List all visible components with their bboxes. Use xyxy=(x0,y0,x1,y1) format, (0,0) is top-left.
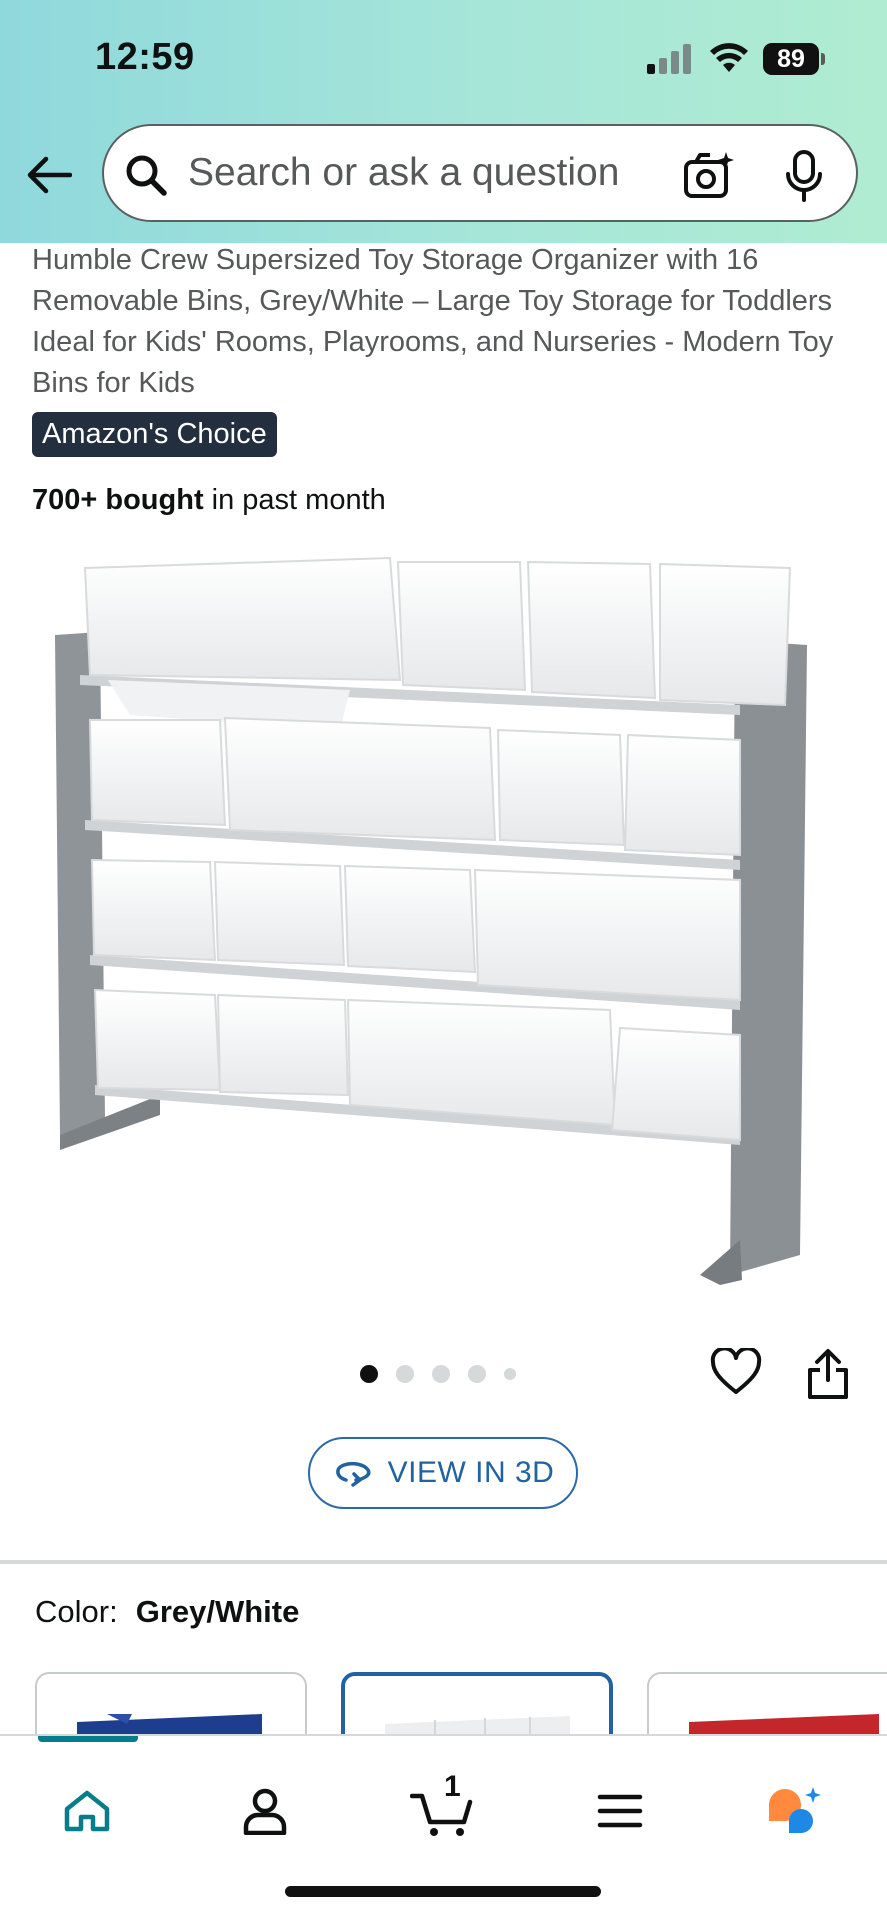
carousel-dot-3[interactable] xyxy=(432,1365,450,1383)
carousel-dot-4[interactable] xyxy=(468,1365,486,1383)
product-title[interactable]: Humble Crew Supersized Toy Storage Organ… xyxy=(32,240,862,404)
rufus-assistant-icon xyxy=(769,1787,821,1833)
active-tab-indicator xyxy=(38,1736,138,1742)
color-value: Grey/White xyxy=(135,1594,300,1629)
nav-rufus[interactable] xyxy=(760,1776,830,1846)
carousel-dot-1[interactable] xyxy=(360,1365,378,1383)
bought-count-bold: 700+ bought xyxy=(32,484,204,516)
nav-account[interactable] xyxy=(230,1776,300,1846)
share-icon[interactable] xyxy=(806,1348,850,1400)
home-indicator xyxy=(285,1886,601,1897)
search-input[interactable] xyxy=(188,148,628,198)
carousel-dot-5[interactable] xyxy=(504,1368,516,1380)
view-in-3d-button[interactable]: VIEW IN 3D xyxy=(308,1437,578,1509)
battery-tip xyxy=(821,53,825,65)
bought-count-rest: in past month xyxy=(203,484,386,516)
account-icon xyxy=(243,1788,287,1835)
product-image[interactable] xyxy=(20,540,865,1300)
nav-home[interactable] xyxy=(52,1776,122,1846)
microphone-icon[interactable] xyxy=(784,150,824,202)
heart-icon[interactable] xyxy=(710,1348,762,1396)
back-button[interactable] xyxy=(24,150,74,200)
cart-count: 1 xyxy=(444,1770,461,1803)
home-icon xyxy=(64,1790,110,1832)
back-arrow-icon xyxy=(27,156,72,194)
image-carousel-dots[interactable] xyxy=(360,1364,516,1384)
menu-icon xyxy=(597,1794,643,1828)
header: 12:59 89 xyxy=(0,0,887,243)
nav-cart[interactable]: 1 xyxy=(408,1770,478,1846)
search-bar[interactable] xyxy=(102,124,858,222)
cart-icon xyxy=(410,1793,473,1836)
camera-search-icon[interactable] xyxy=(684,150,736,200)
rotate-3d-icon xyxy=(335,1461,371,1487)
nav-menu[interactable] xyxy=(585,1776,655,1846)
view-in-3d-label: VIEW IN 3D xyxy=(387,1456,555,1489)
color-selection: Color: Grey/White xyxy=(35,1594,299,1630)
amazons-choice-badge: Amazon's Choice xyxy=(32,412,277,457)
wifi-icon xyxy=(710,43,748,72)
cellular-signal-icon xyxy=(647,44,691,74)
battery-level: 89 xyxy=(763,43,819,75)
color-label: Color: xyxy=(35,1594,118,1629)
carousel-dot-2[interactable] xyxy=(396,1365,414,1383)
status-time: 12:59 xyxy=(95,36,195,78)
search-icon xyxy=(126,155,167,196)
section-divider xyxy=(0,1560,887,1564)
bought-count: 700+ bought in past month xyxy=(32,484,386,517)
battery-icon: 89 xyxy=(763,43,825,75)
